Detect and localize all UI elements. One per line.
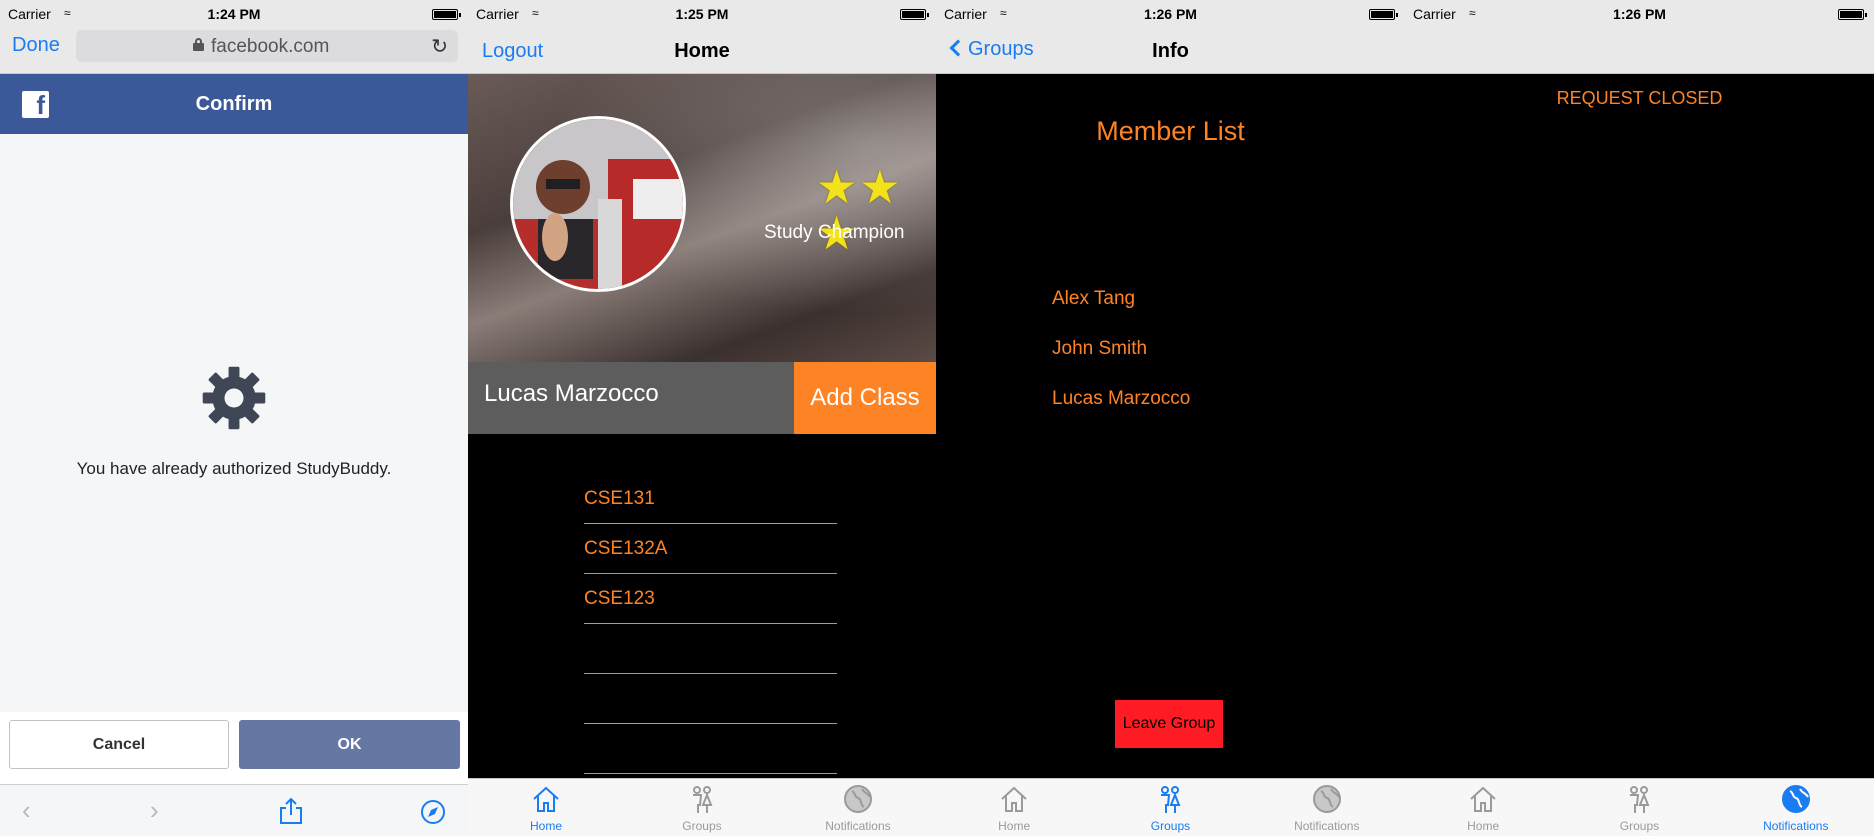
add-class-button[interactable]: Add Class [794,362,936,434]
url-text: facebook.com [211,36,330,57]
facebook-auth-screen: Carrier ≈ 1:24 PM Done facebook.com ↻ f … [0,0,468,836]
list-item[interactable]: Lucas Marzocco [1052,388,1190,438]
request-status: REQUEST CLOSED [1556,88,1723,108]
status-bar: Carrier ≈ 1:26 PM [936,0,1405,28]
share-icon[interactable] [278,797,304,825]
ok-button[interactable]: OK [239,720,460,769]
gear-icon [202,366,266,430]
rank-label: Study Champion [764,222,905,243]
auth-message: You have already authorized StudyBuddy. [76,459,392,478]
member-list: Alex Tang John Smith Lucas Marzocco [1052,288,1190,438]
list-item[interactable]: John Smith [1052,338,1190,388]
avatar[interactable] [510,116,686,292]
list-item[interactable] [584,674,837,724]
user-name: Lucas Marzocco [484,380,659,407]
star-icon: ★ [859,161,901,213]
header-title: Confirm [195,93,273,115]
nav-bar [1405,28,1874,74]
class-list: CSE131 CSE132A CSE123 [584,474,837,774]
status-time: 1:24 PM [207,6,261,22]
tab-groups[interactable]: Groups [1092,779,1248,836]
tab-groups[interactable]: Groups [1561,779,1717,836]
globe-icon [1312,785,1341,813]
status-time: 1:25 PM [675,6,729,22]
group-info-screen: Carrier ≈ 1:26 PM Groups Info Member Lis… [936,0,1405,836]
tab-home[interactable]: Home [936,779,1092,836]
battery-icon [1369,9,1398,20]
list-item[interactable]: CSE123 [584,574,837,624]
home-icon [1470,786,1496,812]
back-arrow-icon[interactable]: ‹ [22,795,31,826]
forward-arrow-icon[interactable]: › [150,795,159,826]
status-bar: Carrier ≈ 1:24 PM [0,0,468,28]
status-bar: Carrier ≈ 1:26 PM [1405,0,1874,28]
globe-icon [843,785,872,813]
tab-bar: Home Groups Notifications [936,778,1405,836]
list-item[interactable]: CSE132A [584,524,837,574]
home-icon [533,786,559,812]
status-bar: Carrier ≈ 1:25 PM [468,0,936,28]
url-bar[interactable]: facebook.com ↻ [76,30,458,62]
list-item[interactable]: Alex Tang [1052,288,1190,338]
tab-bar: Home Groups Notifications [1405,778,1874,836]
list-item[interactable] [584,624,837,674]
reload-icon[interactable]: ↻ [431,34,448,59]
cancel-button[interactable]: Cancel [9,720,229,769]
safari-toolbar: ‹ › [0,784,468,836]
nav-bar: Groups Info [936,28,1405,74]
groups-icon [1630,786,1650,813]
home-screen: Carrier ≈ 1:25 PM Logout Home ★★★ Study … [468,0,936,836]
tab-notifications[interactable]: Notifications [1718,779,1874,836]
leave-group-button[interactable]: Leave Group [1115,700,1223,748]
home-icon [1001,786,1027,812]
tab-bar: Home Groups Notifications [468,778,936,836]
nav-title: Home [674,40,730,62]
notifications-screen: Carrier ≈ 1:26 PM REQUEST CLOSED Home Gr… [1405,0,1874,836]
tab-groups[interactable]: Groups [624,779,780,836]
battery-icon [1838,9,1867,20]
nav-bar: Logout Home [468,28,936,74]
star-icon: ★ [816,161,858,213]
tab-home[interactable]: Home [1405,779,1561,836]
status-time: 1:26 PM [1613,6,1666,22]
member-list-title: Member List [1096,116,1245,146]
globe-icon [1781,785,1810,813]
status-time: 1:26 PM [1144,6,1197,22]
list-item[interactable] [584,724,837,774]
groups-icon [692,786,713,813]
compass-icon[interactable] [420,799,446,825]
facebook-header: f Confirm [0,74,468,134]
battery-icon [900,9,929,20]
nav-title: Info [1152,40,1189,62]
user-name-bar: Lucas Marzocco [468,362,794,434]
tab-notifications[interactable]: Notifications [1249,779,1405,836]
done-button[interactable]: Done [12,34,60,57]
tab-notifications[interactable]: Notifications [780,779,936,836]
tab-home[interactable]: Home [468,779,624,836]
lock-icon [193,38,204,51]
list-item[interactable]: CSE131 [584,474,837,524]
battery-icon [432,9,461,20]
groups-icon [1161,786,1181,813]
